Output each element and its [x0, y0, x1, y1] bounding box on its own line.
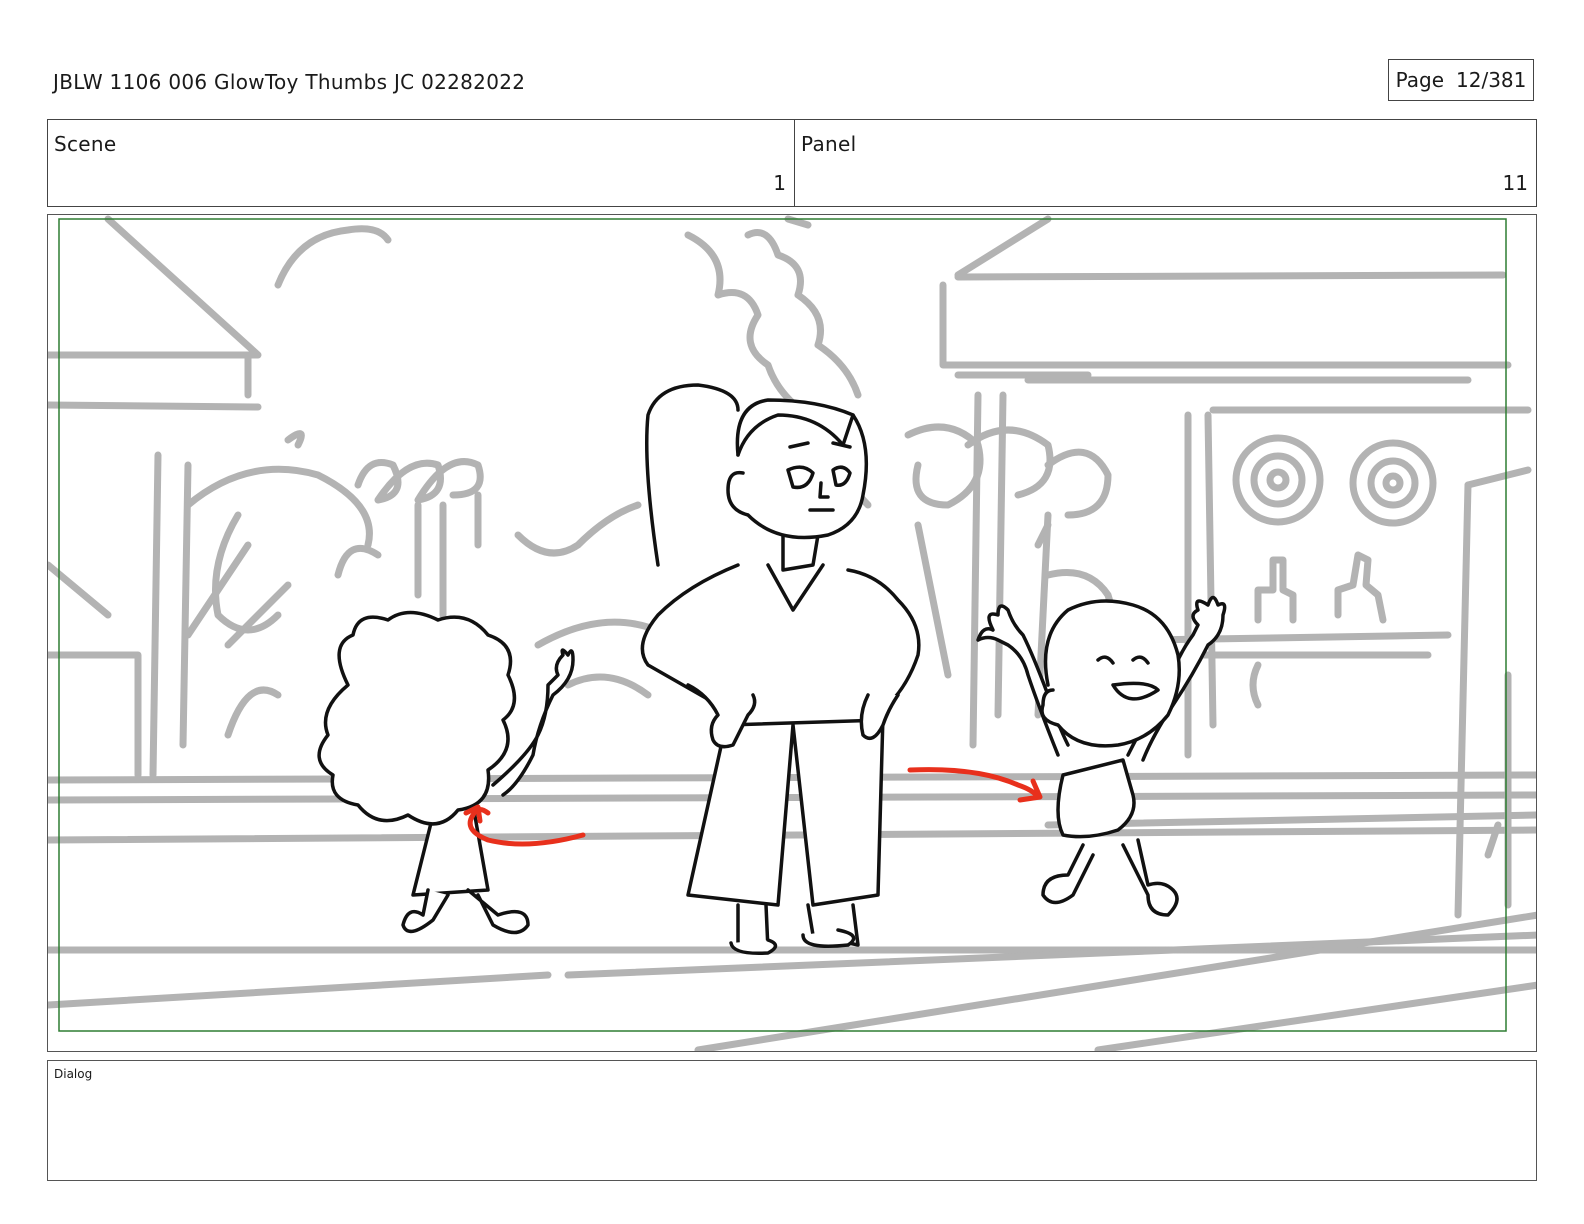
page-indicator: Page 12/381 — [1388, 59, 1534, 101]
page-number: 12/381 — [1456, 68, 1527, 92]
dialog-box: Dialog — [47, 1060, 1537, 1181]
character-sketches — [317, 383, 1227, 956]
page-label: Page — [1395, 68, 1445, 92]
panel-label: Panel — [801, 132, 857, 156]
storyboard-sketch — [48, 215, 1536, 1051]
scene-panel-row: Scene 1 Panel 11 — [47, 119, 1537, 207]
scene-number: 1 — [773, 171, 786, 195]
dialog-label: Dialog — [54, 1067, 93, 1081]
panel-number: 11 — [1502, 171, 1528, 195]
scene-cell: Scene 1 — [48, 120, 795, 206]
woman-figure — [640, 383, 921, 956]
storyboard-panel — [47, 214, 1537, 1052]
scene-label: Scene — [54, 132, 117, 156]
document-title: JBLW 1106 006 GlowToy Thumbs JC 02282022 — [53, 70, 526, 94]
panel-cell: Panel 11 — [795, 120, 1536, 206]
left-child-figure — [317, 610, 575, 935]
